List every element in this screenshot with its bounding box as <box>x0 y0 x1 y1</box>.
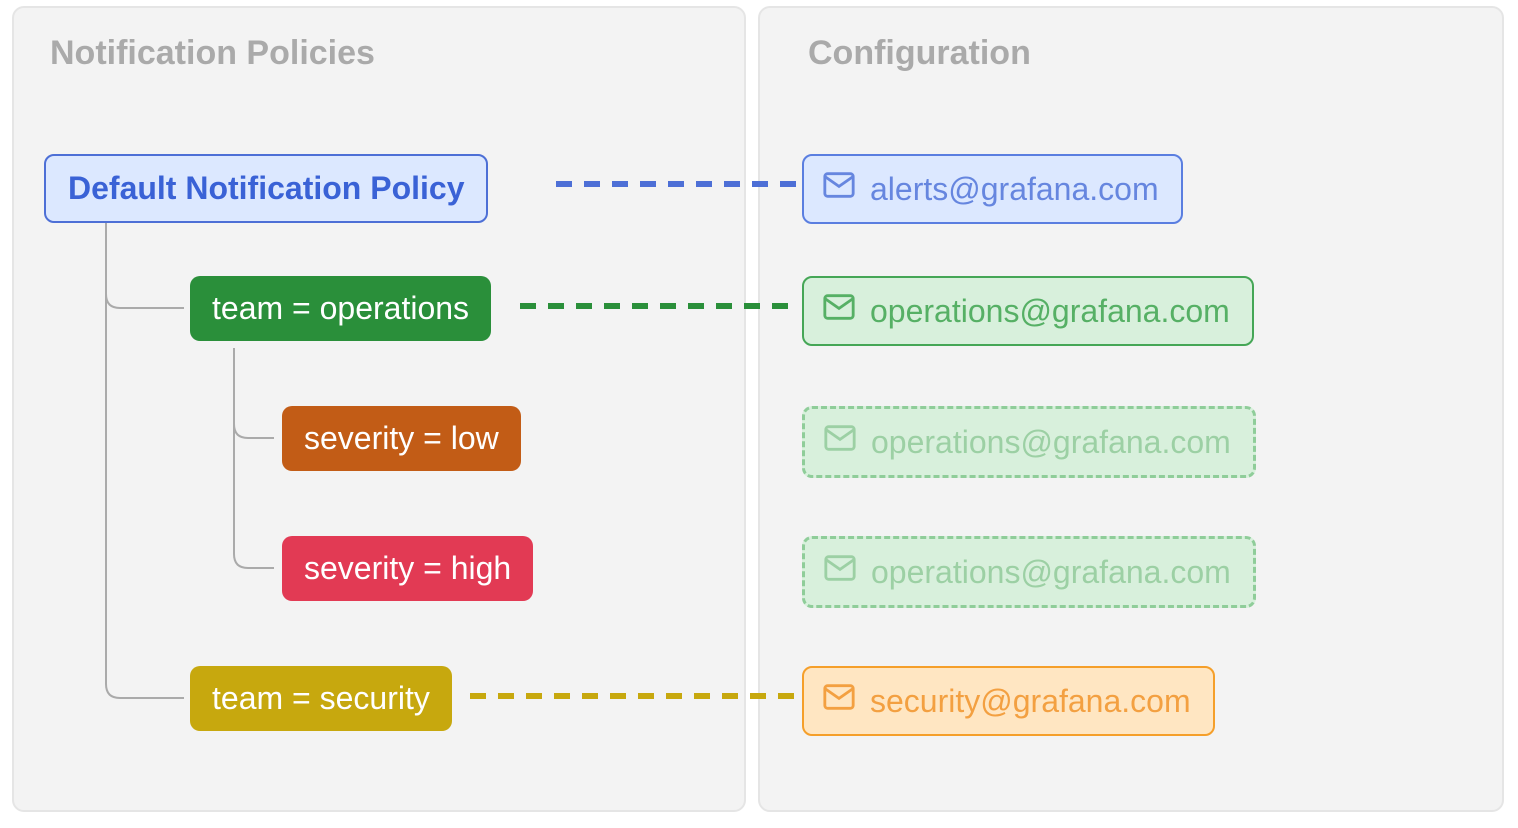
mail-icon <box>823 551 857 593</box>
contact-security-label: security@grafana.com <box>870 683 1191 720</box>
contact-operations-label: operations@grafana.com <box>870 293 1230 330</box>
contact-operations-inherited-low-label: operations@grafana.com <box>871 424 1231 461</box>
policy-team-security[interactable]: team = security <box>190 666 452 731</box>
policy-severity-high-label: severity = high <box>304 550 511 586</box>
contact-alerts-label: alerts@grafana.com <box>870 171 1159 208</box>
mail-icon <box>822 290 856 332</box>
policies-panel: Notification Policies Default Notificati… <box>12 6 746 812</box>
contact-alerts[interactable]: alerts@grafana.com <box>802 154 1183 224</box>
policy-default[interactable]: Default Notification Policy <box>44 154 488 223</box>
policy-severity-high[interactable]: severity = high <box>282 536 533 601</box>
configuration-panel-title: Configuration <box>808 34 1031 73</box>
mail-icon <box>822 680 856 722</box>
contact-operations-inherited-low[interactable]: operations@grafana.com <box>802 406 1256 478</box>
policy-default-label: Default Notification Policy <box>68 170 464 206</box>
configuration-panel: Configuration alerts@grafana.com operati… <box>758 6 1504 812</box>
mail-icon <box>823 421 857 463</box>
policy-team-security-label: team = security <box>212 680 430 716</box>
policy-severity-low[interactable]: severity = low <box>282 406 521 471</box>
contact-security[interactable]: security@grafana.com <box>802 666 1215 736</box>
policy-severity-low-label: severity = low <box>304 420 499 456</box>
policy-team-operations[interactable]: team = operations <box>190 276 491 341</box>
mail-icon <box>822 168 856 210</box>
contact-operations[interactable]: operations@grafana.com <box>802 276 1254 346</box>
policy-team-operations-label: team = operations <box>212 290 469 326</box>
contact-operations-inherited-high-label: operations@grafana.com <box>871 554 1231 591</box>
contact-operations-inherited-high[interactable]: operations@grafana.com <box>802 536 1256 608</box>
